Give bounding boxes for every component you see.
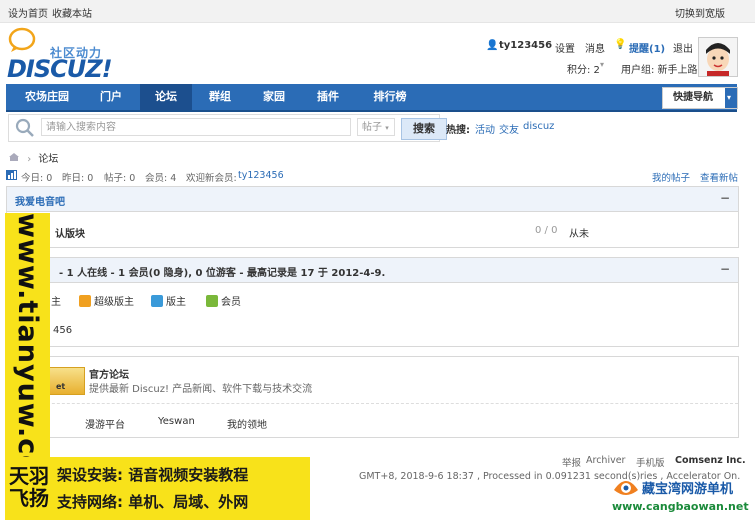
hot-word-link[interactable]: discuz (523, 121, 554, 132)
moderator-icon (151, 295, 163, 307)
super-moderator-icon (79, 295, 91, 307)
stat-posts: 帖子: 0 (104, 173, 136, 184)
archiver-link[interactable]: Archiver (586, 455, 625, 466)
legend-moderator: 版主 (151, 293, 186, 308)
search-bar: 请输入搜索内容 帖子 ▾ 搜索 (8, 114, 447, 142)
set-home-link[interactable]: 设为首页 (8, 5, 48, 20)
divider (7, 403, 738, 404)
legend-super-moderator: 超级版主 (79, 293, 134, 308)
my-posts-link[interactable]: 我的帖子 (652, 170, 690, 184)
legend-label: 会员 (221, 297, 241, 308)
friend-link[interactable]: Yeswan (158, 416, 195, 427)
reminder-link[interactable]: 提醒(1) (629, 40, 665, 55)
company-link[interactable]: Comsenz Inc. (675, 455, 746, 466)
nav-item-ranking[interactable]: 排行榜 (358, 84, 422, 110)
nav-item-forum[interactable]: 论坛 (140, 84, 192, 110)
top-bar: 设为首页 收藏本站 切换到宽版 (0, 0, 755, 23)
promo-line-2: 支持网络: 单机、局域、外网 (57, 493, 249, 511)
user-icon: 👤 (486, 40, 499, 51)
role-cutoff-label: 主 (51, 297, 61, 308)
nav-item-portal[interactable]: 门户 (86, 84, 136, 110)
hot-search-label: 热搜: (446, 125, 470, 136)
chevron-down-icon[interactable]: ▾ (600, 60, 604, 69)
online-header: - 1 人在线 - 1 会员(0 隐身), 0 位游客 - 最高记录是 17 于… (7, 258, 738, 283)
site-logo-icon[interactable]: et (45, 367, 85, 395)
watermark-url: www.cangbaowan.net (612, 500, 749, 513)
chevron-down-icon: ▾ (725, 88, 737, 108)
stat-today: 今日: 0 (21, 173, 53, 184)
online-summary: - 1 人在线 - 1 会员(0 隐身), 0 位游客 - 最高记录是 17 于… (59, 268, 386, 279)
collapse-icon[interactable]: − (720, 191, 730, 205)
points-menu[interactable]: 积分: 2 (567, 61, 600, 76)
footer-time: GMT+8, 2018-9-6 18:37 , Processed in 0.0… (359, 471, 641, 482)
messages-link[interactable]: 消息 (585, 40, 605, 55)
forum-category-box: 我爱电音吧 − 认版块 0 / 0 从未 (6, 186, 739, 248)
logout-link[interactable]: 退出 (673, 40, 693, 55)
vertical-url-banner: www.tianyuw.com (5, 213, 50, 504)
forum-category-header: 我爱电音吧 − (7, 187, 738, 212)
hot-word-link[interactable]: 活动 (475, 121, 495, 136)
breadcrumb: › 论坛 (8, 150, 58, 165)
watermark-title: 藏宝湾网游单机 (642, 482, 734, 497)
search-type-select[interactable]: 帖子 ▾ (357, 118, 395, 136)
stat-members: 会员: 4 (145, 173, 177, 184)
friend-link[interactable]: 漫游平台 (85, 416, 125, 431)
forum-category-title[interactable]: 我爱电音吧 (15, 193, 65, 208)
bookmark-link[interactable]: 收藏本站 (52, 5, 92, 20)
stat-yesterday: 昨日: 0 (62, 173, 94, 184)
search-icon (15, 118, 35, 141)
hot-word-link[interactable]: 交友 (499, 121, 519, 136)
welcome-label: 欢迎新会员: (186, 173, 237, 184)
main-nav: 农场庄园 门户 论坛 群组 家园 插件 排行榜 (6, 84, 737, 112)
forum-last-post: 从未 (569, 229, 589, 240)
vertical-url-text: www.tianyuw.com (12, 213, 43, 504)
nav-item-group[interactable]: 群组 (194, 84, 246, 110)
new-posts-link[interactable]: 查看新帖 (700, 170, 738, 184)
chevron-down-icon: ▾ (385, 124, 389, 132)
username-link[interactable]: ty123456 (499, 40, 552, 51)
chevron-right-icon: › (27, 154, 32, 165)
friend-link[interactable]: 我的领地 (227, 416, 267, 431)
online-user-link[interactable]: 456 (53, 325, 72, 336)
forum-name-link[interactable]: 认版块 (55, 225, 85, 240)
legend-label: 版主 (166, 297, 186, 308)
report-link[interactable]: 举报 (562, 455, 581, 469)
nav-item-plugins[interactable]: 插件 (302, 84, 354, 110)
search-type-label: 帖子 (362, 122, 382, 133)
bulb-icon: 💡 (614, 39, 627, 50)
promo-banner: 天羽飞扬 架设安装: 语音视频安装教程 支持网络: 单机、局域、外网 (5, 457, 310, 520)
legend-label: 超级版主 (94, 297, 134, 308)
nav-item-farm[interactable]: 农场庄园 (12, 84, 82, 110)
search-input[interactable]: 请输入搜索内容 (41, 118, 351, 136)
mobile-link[interactable]: 手机版 (636, 455, 665, 469)
logo-bubble-icon (8, 27, 38, 53)
search-button[interactable]: 搜索 (401, 118, 447, 140)
site-title-link[interactable]: 官方论坛 (89, 366, 129, 381)
forum-counts: 0 / 0 (535, 225, 558, 236)
collapse-icon[interactable]: − (720, 262, 730, 276)
usergroup-label[interactable]: 用户组: 新手上路 (621, 61, 698, 76)
settings-link[interactable]: 设置 (555, 40, 575, 55)
links-box: et 官方论坛 提供最新 Discuz! 产品新闻、软件下载与技术交流 漫游平台… (6, 356, 739, 438)
breadcrumb-current[interactable]: 论坛 (38, 154, 58, 165)
switch-width-link[interactable]: 切换到宽版 (675, 5, 725, 20)
brand-logo: 天羽飞扬 (9, 464, 49, 510)
quick-nav-button[interactable]: 快捷导航 ▾ (662, 87, 738, 109)
home-icon[interactable] (8, 153, 23, 165)
logo-text[interactable]: DISCUZ! (7, 55, 113, 83)
stats-chart-icon (6, 170, 17, 183)
avatar[interactable] (698, 37, 738, 77)
promo-line-1: 架设安装: 语音视频安装教程 (57, 466, 249, 484)
legend-member: 会员 (206, 293, 241, 308)
new-member-link[interactable]: ty123456 (238, 170, 284, 181)
nav-item-home[interactable]: 家园 (248, 84, 300, 110)
online-box: - 1 人在线 - 1 会员(0 隐身), 0 位游客 - 最高记录是 17 于… (6, 257, 739, 347)
site-description: 提供最新 Discuz! 产品新闻、软件下载与技术交流 (89, 384, 313, 395)
member-icon (206, 295, 218, 307)
quick-nav-label: 快捷导航 (673, 92, 713, 103)
watermark: 藏宝湾网游单机 www.cangbaowan.net (610, 470, 755, 520)
